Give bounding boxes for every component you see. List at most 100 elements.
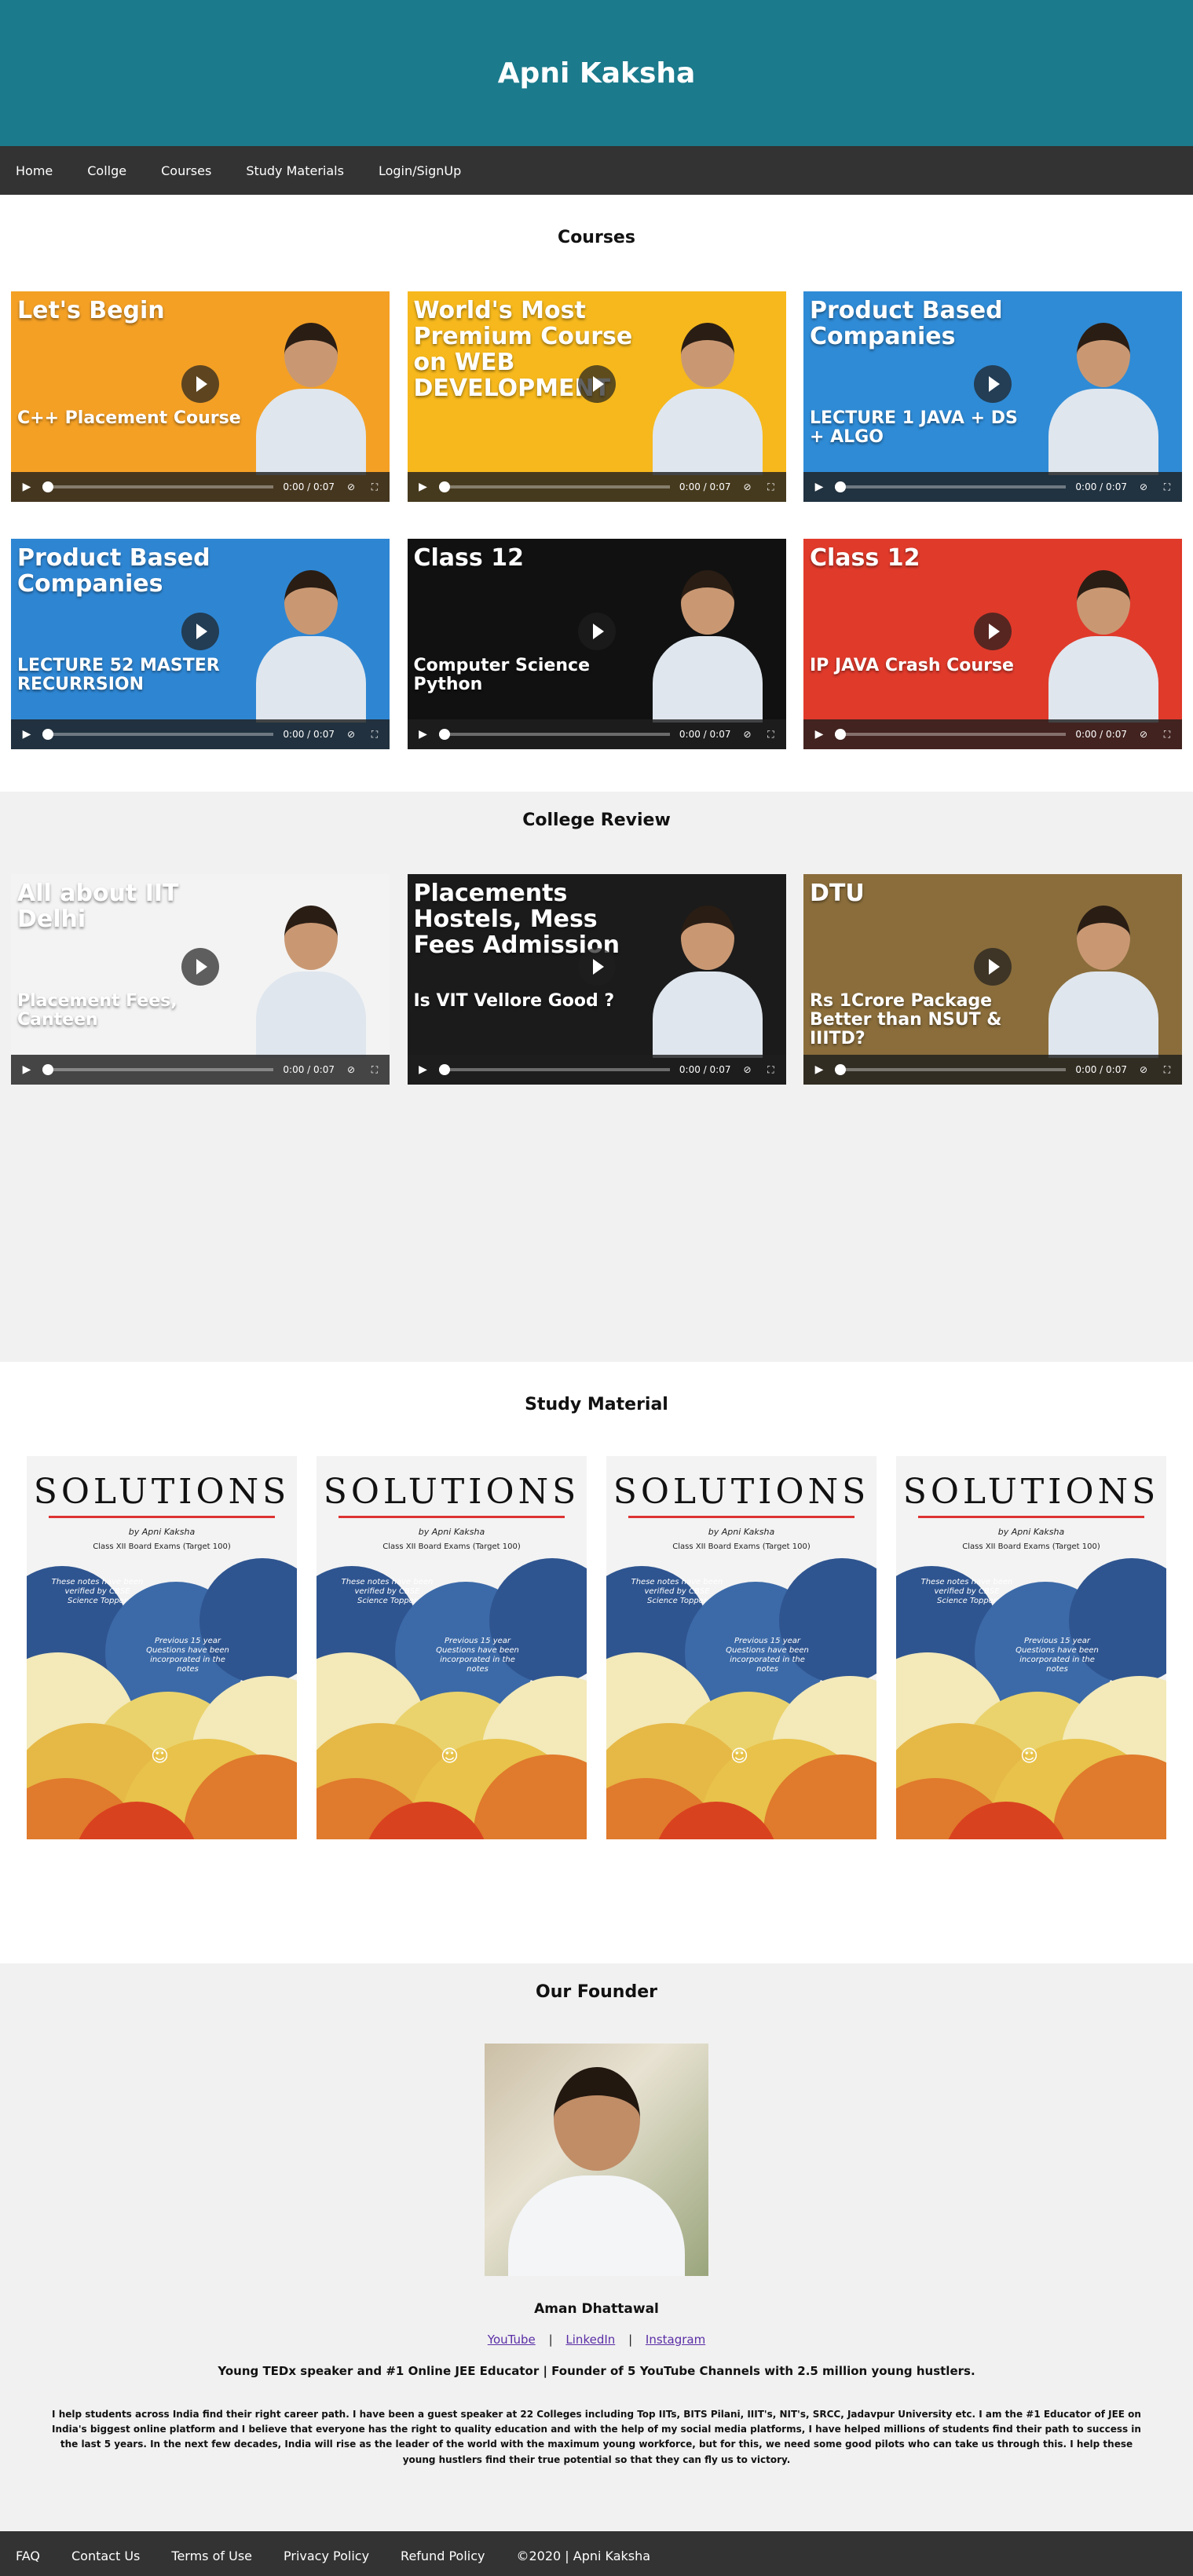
play-icon[interactable]: ▶: [811, 728, 827, 741]
footer-contact-us[interactable]: Contact Us: [71, 2549, 140, 2563]
study-material-book[interactable]: SOLUTIONS by Apni Kaksha Class XII Board E…: [317, 1456, 587, 1839]
founder-tagline: Young TEDx speaker and #1 Online JEE Edu…: [218, 2364, 975, 2378]
mute-icon[interactable]: ⊘: [1136, 729, 1151, 740]
video-controls: ▶ 0:00 / 0:07 ⊘ ⛶: [11, 1055, 390, 1085]
progress-bar[interactable]: [438, 1064, 670, 1075]
footer-refund[interactable]: Refund Policy: [401, 2549, 485, 2563]
video-player[interactable]: Product Based Companies LECTURE 52 MASTER…: [11, 539, 390, 749]
fullscreen-icon[interactable]: ⛶: [368, 729, 382, 741]
fullscreen-icon[interactable]: ⛶: [1160, 481, 1174, 493]
fullscreen-icon[interactable]: ⛶: [1160, 729, 1174, 741]
book-subtitle: Class XII Board Exams (Target 100): [382, 1542, 521, 1551]
nav-login-signup[interactable]: Login/SignUp: [379, 163, 461, 178]
play-icon[interactable]: ▶: [415, 728, 431, 741]
play-button-icon[interactable]: [577, 364, 616, 403]
mute-icon[interactable]: ⊘: [741, 481, 755, 492]
video-player[interactable]: Let's Begin C++ Placement Course ▶ 0:00 / 0…: [11, 291, 390, 502]
fullscreen-icon[interactable]: ⛶: [1160, 1064, 1174, 1076]
study-material-book[interactable]: SOLUTIONS by Apni Kaksha Class XII Board E…: [606, 1456, 876, 1839]
linkedin-link[interactable]: LinkedIn: [565, 2333, 615, 2347]
book-subtitle: Class XII Board Exams (Target 100): [93, 1542, 231, 1551]
fullscreen-icon[interactable]: ⛶: [368, 481, 382, 493]
presenter-body: [652, 971, 763, 1058]
mute-icon[interactable]: ⊘: [344, 1064, 358, 1075]
play-icon[interactable]: ▶: [19, 1063, 35, 1076]
nav-home[interactable]: Home: [16, 163, 53, 178]
mute-icon[interactable]: ⊘: [741, 1064, 755, 1075]
presenter-body: [256, 636, 366, 723]
nav-college[interactable]: Collge: [87, 163, 126, 178]
presenter-body: [256, 389, 366, 475]
study-material-book[interactable]: SOLUTIONS by Apni Kaksha Class XII Board E…: [896, 1456, 1166, 1839]
footer-faq[interactable]: FAQ: [16, 2549, 40, 2563]
video-thumbnail-title: Product Based Companies: [17, 544, 210, 598]
mute-icon[interactable]: ⊘: [344, 481, 358, 492]
nav-courses[interactable]: Courses: [161, 163, 211, 178]
video-thumbnail-subtitle: Computer Science Python: [413, 656, 591, 695]
site-title: Apni Kaksha: [497, 57, 696, 90]
fullscreen-icon[interactable]: ⛶: [764, 481, 778, 493]
instagram-link[interactable]: Instagram: [646, 2333, 705, 2347]
play-button-icon[interactable]: [974, 612, 1012, 650]
play-icon[interactable]: ▶: [415, 1063, 431, 1076]
video-player[interactable]: Placements Hostels, Mess Fees Admission I…: [407, 874, 786, 1085]
footer-privacy[interactable]: Privacy Policy: [284, 2549, 369, 2563]
progress-bar[interactable]: [42, 1064, 274, 1075]
video-presenter: [1048, 906, 1158, 1058]
footer-terms[interactable]: Terms of Use: [171, 2549, 252, 2563]
video-player[interactable]: Product Based Companies LECTURE 1 JAVA + …: [803, 291, 1182, 502]
progress-bar[interactable]: [835, 729, 1067, 740]
video-thumbnail-subtitle: IP JAVA Crash Course: [810, 656, 1014, 675]
courses-row-1: Let's Begin C++ Placement Course ▶ 0:00 / 0…: [11, 291, 1182, 502]
video-time: 0:00 / 0:07: [1075, 481, 1127, 492]
video-thumbnail-subtitle: Is VIT Vellore Good ?: [413, 991, 615, 1011]
play-button-icon[interactable]: [974, 947, 1012, 986]
play-button-icon[interactable]: [974, 364, 1012, 403]
youtube-link[interactable]: YouTube: [488, 2333, 536, 2347]
fullscreen-icon[interactable]: ⛶: [764, 1064, 778, 1076]
video-time: 0:00 / 0:07: [283, 729, 335, 740]
video-time: 0:00 / 0:07: [283, 1064, 335, 1075]
book-title: SOLUTIONS: [613, 1472, 870, 1512]
progress-bar[interactable]: [835, 481, 1067, 492]
progress-bar[interactable]: [42, 481, 274, 492]
play-button-icon[interactable]: [577, 947, 616, 986]
play-icon[interactable]: ▶: [811, 481, 827, 493]
fullscreen-icon[interactable]: ⛶: [764, 729, 778, 741]
video-player[interactable]: World's Most Premium Course on WEB DEVEL…: [407, 291, 786, 502]
book-note-questions: Previous 15 year Questions have been inc…: [726, 1637, 809, 1674]
play-icon[interactable]: ▶: [415, 481, 431, 493]
mute-icon[interactable]: ⊘: [741, 729, 755, 740]
progress-bar[interactable]: [438, 481, 670, 492]
smiley-icon: ☺: [730, 1747, 748, 1766]
play-button-icon[interactable]: [181, 612, 219, 650]
progress-bar[interactable]: [835, 1064, 1067, 1075]
video-player[interactable]: DTU Rs 1Crore Package Better than NSUT & …: [803, 874, 1182, 1085]
presenter-head: [680, 570, 734, 635]
play-button-icon[interactable]: [181, 947, 219, 986]
play-icon[interactable]: ▶: [19, 728, 35, 741]
courses-title: Courses: [558, 228, 635, 247]
play-button-icon[interactable]: [181, 364, 219, 403]
video-thumbnail-title: DTU: [810, 880, 865, 907]
video-time: 0:00 / 0:07: [679, 1064, 731, 1075]
play-icon[interactable]: ▶: [19, 481, 35, 493]
fullscreen-icon[interactable]: ⛶: [368, 1064, 382, 1076]
book-title: SOLUTIONS: [902, 1472, 1160, 1512]
founder-social-links: YouTube | LinkedIn | Instagram: [0, 2333, 1193, 2347]
progress-bar[interactable]: [42, 729, 274, 740]
mute-icon[interactable]: ⊘: [1136, 1064, 1151, 1075]
title-underline: [339, 1516, 565, 1518]
play-button-icon[interactable]: [577, 612, 616, 650]
video-player[interactable]: All about IIT Delhi Placement Fees, Cante…: [11, 874, 390, 1085]
video-thumbnail-title: Class 12: [810, 544, 920, 572]
video-player[interactable]: Class 12 Computer Science Python ▶ 0:00 / 0…: [407, 539, 786, 749]
video-player[interactable]: Class 12 IP JAVA Crash Course ▶ 0:00 / 0:07…: [803, 539, 1182, 749]
study-material-book[interactable]: SOLUTIONS by Apni Kaksha Class XII Board E…: [27, 1456, 297, 1839]
founder-bio: I help students across India find their …: [52, 2409, 1141, 2465]
nav-study-materials[interactable]: Study Materials: [246, 163, 344, 178]
play-icon[interactable]: ▶: [811, 1063, 827, 1076]
mute-icon[interactable]: ⊘: [344, 729, 358, 740]
mute-icon[interactable]: ⊘: [1136, 481, 1151, 492]
progress-bar[interactable]: [438, 729, 670, 740]
